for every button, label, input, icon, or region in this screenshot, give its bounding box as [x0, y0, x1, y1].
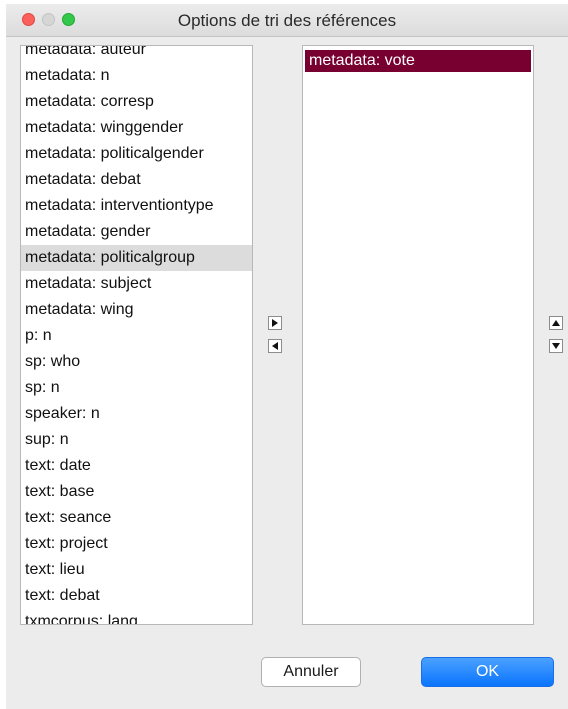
- triangle-down-icon: [552, 343, 560, 349]
- list-item[interactable]: sup: n: [21, 427, 252, 453]
- list-item[interactable]: metadata: subject: [21, 271, 252, 297]
- add-to-sort-button[interactable]: [268, 316, 282, 330]
- window-title: Options de tri des références: [177, 11, 397, 30]
- move-down-button[interactable]: [549, 339, 563, 353]
- list-item[interactable]: text: seance: [21, 505, 252, 531]
- sort-options-dialog: Options de tri des références metadata: …: [6, 4, 568, 709]
- remove-from-sort-button[interactable]: [268, 339, 282, 353]
- ok-button[interactable]: OK: [421, 657, 554, 687]
- list-item[interactable]: metadata: wing: [21, 297, 252, 323]
- list-item[interactable]: metadata: gender: [21, 219, 252, 245]
- list-item[interactable]: p: n: [21, 323, 252, 349]
- list-item[interactable]: text: base: [21, 479, 252, 505]
- list-item[interactable]: speaker: n: [21, 401, 252, 427]
- triangle-up-icon: [552, 320, 560, 326]
- available-properties-list[interactable]: metadata: auteur metadata: n metadata: c…: [20, 45, 253, 625]
- list-item[interactable]: text: lieu: [21, 557, 252, 583]
- list-item[interactable]: metadata: auteur: [21, 46, 252, 63]
- list-item[interactable]: metadata: n: [21, 63, 252, 89]
- title-bar: Options de tri des références: [6, 4, 568, 37]
- triangle-right-icon: [272, 319, 278, 327]
- list-item[interactable]: text: debat: [21, 583, 252, 609]
- list-item[interactable]: sp: who: [21, 349, 252, 375]
- list-item[interactable]: metadata: debat: [21, 167, 252, 193]
- list-item[interactable]: metadata: winggender: [21, 115, 252, 141]
- list-item[interactable]: metadata: politicalgender: [21, 141, 252, 167]
- list-item-selected[interactable]: metadata: vote: [305, 50, 531, 72]
- cancel-button[interactable]: Annuler: [261, 657, 361, 687]
- list-item[interactable]: text: date: [21, 453, 252, 479]
- sort-order-list[interactable]: metadata: vote: [302, 45, 534, 625]
- triangle-left-icon: [272, 342, 278, 350]
- list-item[interactable]: text: project: [21, 531, 252, 557]
- list-item[interactable]: metadata: corresp: [21, 89, 252, 115]
- list-item[interactable]: metadata: interventiontype: [21, 193, 252, 219]
- list-item-selected[interactable]: metadata: politicalgroup: [21, 245, 252, 271]
- list-item[interactable]: txmcorpus: lang: [21, 609, 252, 624]
- move-up-button[interactable]: [549, 316, 563, 330]
- list-item[interactable]: sp: n: [21, 375, 252, 401]
